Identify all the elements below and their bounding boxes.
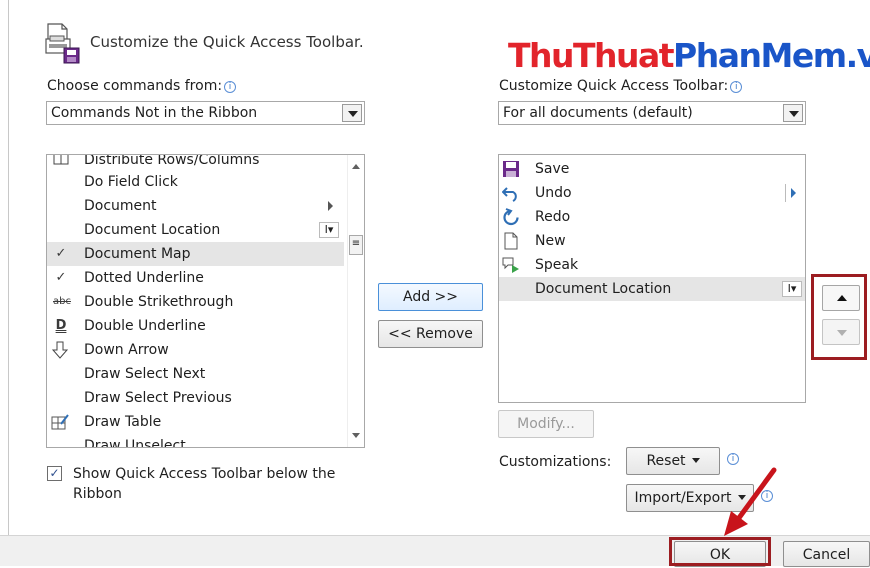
draw-table-icon: [51, 413, 69, 431]
remove-button[interactable]: << Remove: [378, 320, 483, 348]
annotation-arrow-icon: [724, 467, 777, 536]
double-underline-icon: D: [55, 318, 67, 333]
list-item-label: Draw Select Next: [84, 366, 206, 382]
list-item-label: Undo: [535, 185, 572, 201]
list-item-label: Document Location: [84, 222, 221, 238]
up-arrow-icon: [837, 295, 847, 301]
dialog-title: Customize the Quick Access Toolbar.: [90, 33, 364, 51]
reset-button[interactable]: Reset: [626, 447, 720, 475]
list-item[interactable]: Do Field Click: [47, 170, 344, 194]
list-item[interactable]: Document Location I▾: [499, 277, 805, 301]
customize-toolbar-label: Customize Quick Access Toolbar: i: [499, 78, 743, 94]
commands-from-value: Commands Not in the Ribbon: [51, 105, 258, 121]
add-button[interactable]: Add >>: [378, 283, 483, 311]
list-item[interactable]: Speak: [499, 253, 805, 277]
list-item[interactable]: Document: [47, 194, 344, 218]
speak-icon: [502, 256, 520, 274]
choose-commands-text: Choose commands from:: [47, 78, 223, 94]
distribute-icon: [52, 155, 70, 169]
show-below-ribbon-label: Show Quick Access Toolbar below the Ribb…: [73, 464, 335, 504]
list-item-label: Double Strikethrough: [84, 294, 234, 310]
undo-icon: [501, 184, 520, 202]
list-item[interactable]: D Double Underline: [47, 314, 344, 338]
combo-dropdown-arrow-icon[interactable]: [783, 104, 803, 122]
list-item[interactable]: New: [499, 229, 805, 253]
watermark-logo: ThuThuatPhanMem.vn: [508, 36, 870, 75]
toolbar-scope-value: For all documents (default): [503, 105, 693, 121]
move-up-button[interactable]: [822, 285, 860, 311]
quick-access-toolbar-icon: [45, 23, 80, 64]
list-item-label: Draw Table: [84, 414, 162, 430]
toolbar-commands-list[interactable]: Save Undo Redo New Speak Document Locati…: [498, 154, 806, 403]
list-item[interactable]: Draw Select Previous: [47, 386, 344, 410]
list-item[interactable]: Document Location I▾: [47, 218, 344, 242]
check-icon: ✓: [55, 246, 67, 261]
list-item-label: New: [535, 233, 566, 249]
list-item[interactable]: abc Double Strikethrough: [47, 290, 344, 314]
dialog-left-edge: [8, 0, 9, 535]
list-item-label: Redo: [535, 209, 571, 225]
modify-button[interactable]: Modify...: [498, 410, 594, 438]
list-item[interactable]: Redo: [499, 205, 805, 229]
commands-list-scrollbar[interactable]: ≡: [347, 155, 364, 447]
list-item-label: Speak: [535, 257, 579, 273]
list-item-label: Do Field Click: [84, 174, 178, 190]
new-document-icon: [502, 232, 520, 250]
list-item[interactable]: Save: [499, 157, 805, 181]
textbox-control-icon: I▾: [782, 281, 802, 297]
list-item-label: Double Underline: [84, 318, 206, 334]
list-item-label: Down Arrow: [84, 342, 169, 358]
reset-button-label: Reset: [646, 453, 686, 469]
customizations-label: Customizations:: [499, 454, 612, 470]
down-arrow-icon: [51, 341, 69, 359]
list-item-label: Save: [535, 161, 570, 177]
separator: [785, 184, 786, 202]
list-item[interactable]: Draw Table: [47, 410, 344, 434]
customize-toolbar-text: Customize Quick Access Toolbar:: [499, 78, 729, 94]
info-icon: i: [730, 81, 743, 93]
info-icon: i: [224, 81, 237, 93]
toolbar-scope-combo[interactable]: For all documents (default): [498, 101, 806, 125]
list-item-label: Document Location: [535, 281, 672, 297]
commands-from-combo[interactable]: Commands Not in the Ribbon: [46, 101, 365, 125]
submenu-arrow-icon: [328, 201, 333, 211]
move-down-button[interactable]: [822, 319, 860, 345]
show-below-ribbon-checkbox[interactable]: ✓: [47, 466, 62, 481]
submenu-arrow-icon: [791, 188, 796, 198]
choose-commands-label: Choose commands from: i: [47, 78, 237, 94]
list-item[interactable]: Draw Unselect: [47, 434, 344, 448]
list-item-label: Draw Select Previous: [84, 390, 232, 406]
ok-button-highlight: [669, 537, 771, 566]
list-item[interactable]: ✓ Document Map: [47, 242, 344, 266]
redo-icon: [502, 208, 520, 226]
save-icon: [502, 160, 520, 178]
textbox-control-icon: I▾: [319, 222, 339, 238]
scroll-down-icon[interactable]: [352, 433, 360, 438]
list-item-label: Dotted Underline: [84, 270, 204, 286]
scroll-up-icon[interactable]: [352, 164, 360, 169]
combo-dropdown-arrow-icon[interactable]: [342, 104, 362, 122]
dropdown-caret-icon: [691, 458, 700, 463]
list-item[interactable]: Undo: [499, 181, 805, 205]
scrollbar-thumb[interactable]: ≡: [349, 235, 363, 255]
available-commands-list[interactable]: Distribute Rows/Columns Do Field Click D…: [46, 154, 365, 448]
watermark-part-2: PhanMem.vn: [673, 36, 870, 75]
watermark-part-1: ThuThuat: [508, 36, 675, 75]
cancel-button[interactable]: Cancel: [783, 541, 870, 567]
down-arrow-icon: [837, 330, 847, 336]
list-item-label: Draw Unselect: [84, 438, 186, 448]
list-item-label: Document: [84, 198, 157, 214]
list-item-label: Document Map: [84, 246, 191, 262]
check-icon: ✓: [55, 270, 67, 285]
list-item[interactable]: ✓ Dotted Underline: [47, 266, 344, 290]
show-below-ribbon-line1: Show Quick Access Toolbar below the: [73, 466, 336, 482]
list-item[interactable]: Down Arrow: [47, 338, 344, 362]
import-export-button-label: Import/Export: [634, 490, 732, 506]
info-icon: i: [727, 453, 739, 465]
show-below-ribbon-line2: Ribbon: [73, 486, 122, 502]
list-item[interactable]: Draw Select Next: [47, 362, 344, 386]
abc-strike-icon: abc: [53, 296, 71, 307]
